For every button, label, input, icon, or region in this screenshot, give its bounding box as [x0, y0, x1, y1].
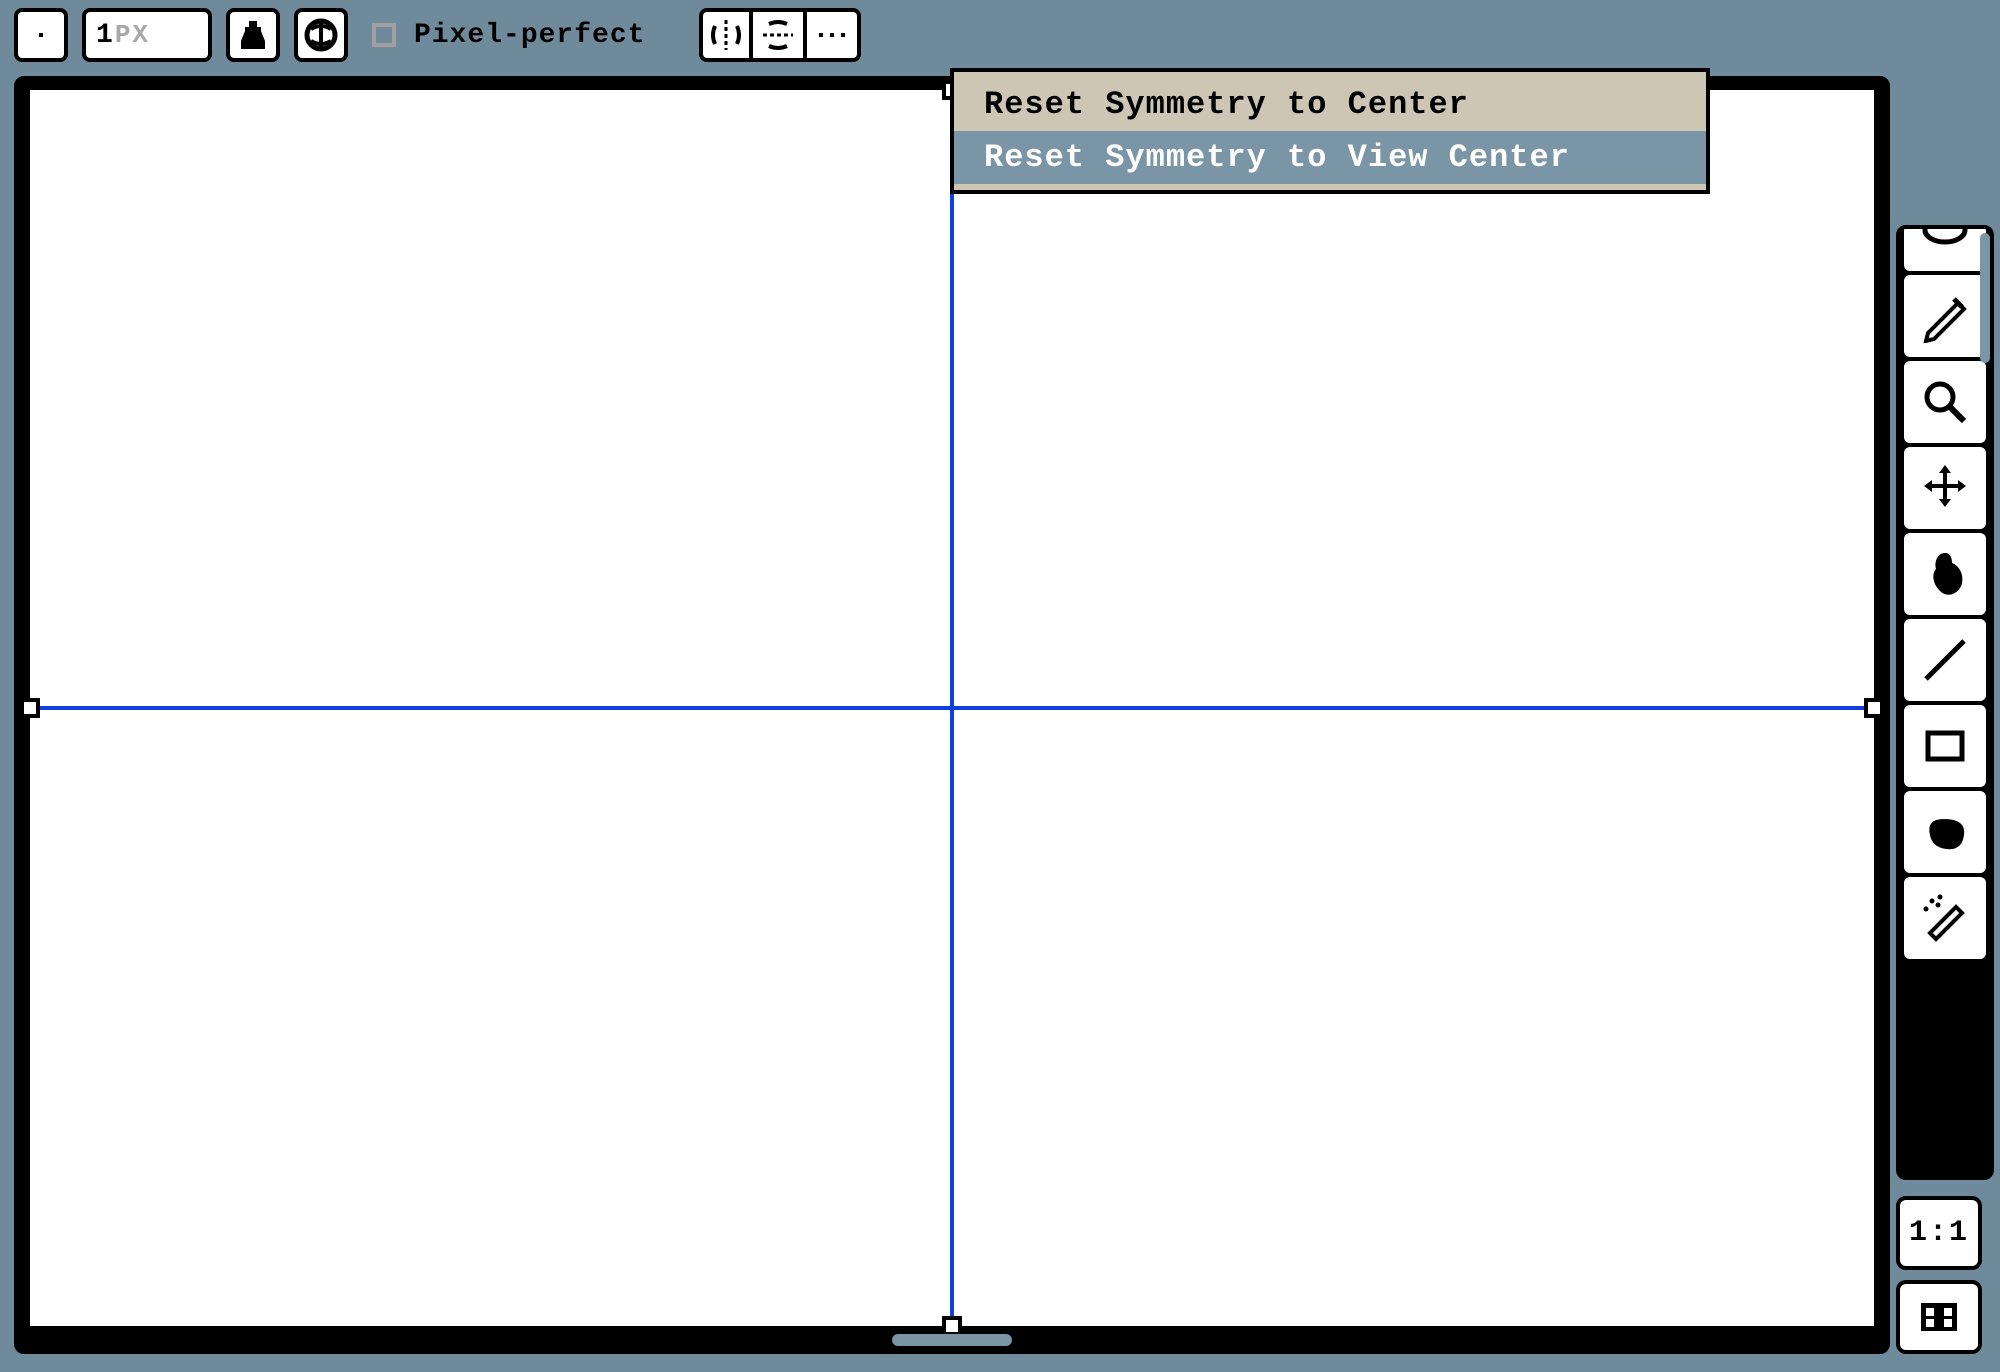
symmetry-handle-bottom[interactable] — [942, 1316, 962, 1336]
symmetry-options-menu: Reset Symmetry to Center Reset Symmetry … — [950, 68, 1710, 194]
ellipsis-icon — [817, 30, 847, 40]
spray-tool-icon — [1918, 891, 1972, 945]
bucket-tool-icon — [1918, 547, 1972, 601]
tool-pencil[interactable] — [1904, 275, 1986, 357]
ink-button[interactable] — [226, 8, 280, 62]
symmetry-horizontal-button[interactable] — [753, 8, 807, 62]
horizontal-scrollbar[interactable] — [892, 1334, 1012, 1346]
menu-item-label: Reset Symmetry to Center — [984, 86, 1469, 123]
dot-icon — [36, 30, 46, 40]
zoom-reset-button[interactable]: 1:1 — [1896, 1196, 1982, 1270]
brush-size-unit: PX — [115, 20, 150, 50]
zoom-tool-icon — [1918, 375, 1972, 429]
pencil-tool-icon — [1918, 289, 1972, 343]
menu-item-reset-view-center[interactable]: Reset Symmetry to View Center — [954, 131, 1706, 184]
tool-eraser[interactable] — [1904, 225, 1986, 271]
move-tool-icon — [1918, 461, 1972, 515]
symmetry-handle-right[interactable] — [1864, 698, 1884, 718]
connected-pixels-icon — [301, 15, 341, 55]
eraser-tool-icon — [1918, 225, 1972, 257]
pixel-perfect-label: Pixel-perfect — [414, 20, 645, 51]
connected-pixels-button[interactable] — [294, 8, 348, 62]
tool-panel-scrollbar[interactable] — [1980, 233, 1990, 363]
view-buttons: 1:1 — [1896, 1196, 1994, 1354]
right-tool-panel: 1:1 — [1896, 225, 1994, 1354]
fit-screen-icon — [1917, 1299, 1961, 1335]
tool-rectangle[interactable] — [1904, 705, 1986, 787]
top-toolbar: 1 PX Pixel-perfect — [0, 0, 2000, 70]
tool-blob[interactable] — [1904, 791, 1986, 873]
tool-list — [1896, 225, 1994, 1180]
line-tool-icon — [1918, 633, 1972, 687]
rectangle-tool-icon — [1918, 719, 1972, 773]
tool-bucket[interactable] — [1904, 533, 1986, 615]
tool-zoom[interactable] — [1904, 361, 1986, 443]
tool-spray[interactable] — [1904, 877, 1986, 959]
symmetry-axis-horizontal[interactable] — [30, 706, 1874, 710]
fit-screen-button[interactable] — [1896, 1280, 1982, 1354]
zoom-reset-label: 1:1 — [1909, 1216, 1969, 1250]
brush-size-value: 1 — [96, 20, 113, 51]
symmetry-handle-left[interactable] — [20, 698, 40, 718]
symmetry-options-button[interactable] — [807, 8, 861, 62]
ink-bottle-icon — [235, 17, 271, 53]
brush-preview-button[interactable] — [14, 8, 68, 62]
menu-item-label: Reset Symmetry to View Center — [984, 139, 1570, 176]
canvas[interactable] — [30, 90, 1874, 1326]
tool-move[interactable] — [1904, 447, 1986, 529]
canvas-frame — [14, 76, 1890, 1354]
tool-line[interactable] — [1904, 619, 1986, 701]
symmetry-vertical-button[interactable] — [699, 8, 753, 62]
symmetry-vertical-icon — [709, 18, 743, 52]
symmetry-horizontal-icon — [761, 18, 795, 52]
menu-item-reset-center[interactable]: Reset Symmetry to Center — [954, 78, 1706, 131]
brush-size-input[interactable]: 1 PX — [82, 8, 212, 62]
pixel-perfect-checkbox[interactable] — [372, 23, 396, 47]
symmetry-button-group — [699, 8, 861, 62]
blob-tool-icon — [1918, 805, 1972, 859]
